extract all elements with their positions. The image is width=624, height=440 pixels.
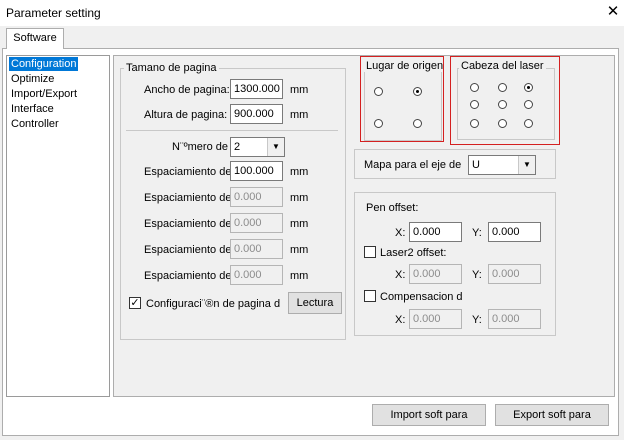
spacing-label: Espaciamiento de [144, 192, 232, 204]
axis-map-label: Mapa para el eje de [364, 159, 462, 171]
laser2-offset-x-input: 0.000 [409, 264, 462, 284]
laser2-offset-checkbox[interactable] [364, 246, 376, 258]
chevron-down-icon[interactable]: ▼ [518, 156, 535, 174]
page-count-select[interactable]: 2 ▼ [230, 137, 285, 157]
y-label: Y: [472, 314, 482, 326]
spacing-label: Espaciamiento de [144, 218, 232, 230]
sidebar-item-interface[interactable]: Interface [9, 102, 56, 116]
x-label: X: [395, 314, 406, 326]
page-height-label: Altura de pagina: [144, 109, 228, 121]
title-bar: Parameter setting ✕ [0, 0, 624, 26]
spacing-input: 0.000 [230, 213, 283, 233]
close-icon[interactable]: ✕ [604, 3, 622, 21]
sidebar-item-controller[interactable]: Controller [9, 117, 61, 131]
unit-label: mm [290, 84, 309, 96]
x-label: X: [395, 227, 406, 239]
highlight-box [450, 56, 560, 145]
laser2-offset-label: Laser2 offset: [380, 247, 447, 259]
chevron-down-icon[interactable]: ▼ [267, 138, 284, 156]
page-width-input[interactable]: 1300.000 [230, 79, 283, 99]
read-button[interactable]: Lectura [288, 292, 342, 314]
y-label: Y: [472, 227, 482, 239]
checkmark-icon: ✓ [130, 297, 140, 309]
unit-label: mm [290, 192, 309, 204]
x-label: X: [395, 269, 406, 281]
page-size-legend: Tamano de pagina [124, 62, 219, 74]
configuration-panel: Tamano de pagina Ancho de pagina: 1300.0… [113, 55, 615, 397]
window-title: Parameter setting [6, 6, 101, 20]
axis-map-value: U [472, 159, 480, 171]
spacing-input[interactable]: 100.000 [230, 161, 283, 181]
page-width-label: Ancho de pagina: [144, 84, 230, 96]
page-count-value: 2 [234, 141, 241, 153]
page-config-label: Configuraci¨®n de pagina d [146, 298, 281, 310]
sidebar-item-import-export[interactable]: Import/Export [9, 87, 79, 101]
pen-offset-label: Pen offset: [366, 202, 419, 214]
axis-map-select[interactable]: U ▼ [468, 155, 536, 175]
export-settings-button[interactable]: Export soft para [495, 404, 609, 426]
unit-label: mm [290, 166, 309, 178]
unit-label: mm [290, 270, 309, 282]
spacing-label: Espaciamiento de [144, 270, 232, 282]
spacing-label: Espaciamiento de [144, 244, 232, 256]
page-config-checkbox[interactable]: ✓ [129, 297, 141, 309]
spacing-label: Espaciamiento de [144, 166, 232, 178]
compensation-label: Compensacion d [380, 291, 463, 303]
tab-label: Software [13, 32, 57, 44]
laser2-offset-y-input: 0.000 [488, 264, 541, 284]
spacing-input: 0.000 [230, 187, 283, 207]
spacing-input: 0.000 [230, 239, 283, 259]
compensation-x-input: 0.000 [409, 309, 462, 329]
pen-offset-y-input[interactable]: 0.000 [488, 222, 541, 242]
unit-label: mm [290, 109, 309, 121]
tab-software[interactable]: Software [6, 28, 64, 49]
category-list[interactable]: Configuration Optimize Import/Export Int… [6, 55, 110, 397]
compensation-checkbox[interactable] [364, 290, 376, 302]
sidebar-item-configuration[interactable]: Configuration [9, 57, 79, 71]
page-height-input[interactable]: 900.000 [230, 104, 283, 124]
unit-label: mm [290, 244, 309, 256]
divider [126, 130, 338, 131]
pen-offset-x-input[interactable]: 0.000 [409, 222, 462, 242]
import-settings-button[interactable]: Import soft para [372, 404, 486, 426]
sidebar-item-optimize[interactable]: Optimize [9, 72, 56, 86]
spacing-input: 0.000 [230, 265, 283, 285]
unit-label: mm [290, 218, 309, 230]
y-label: Y: [472, 269, 482, 281]
compensation-y-input: 0.000 [488, 309, 541, 329]
highlight-box [360, 56, 444, 142]
page-count-label: N¨ºmero de [172, 141, 228, 153]
